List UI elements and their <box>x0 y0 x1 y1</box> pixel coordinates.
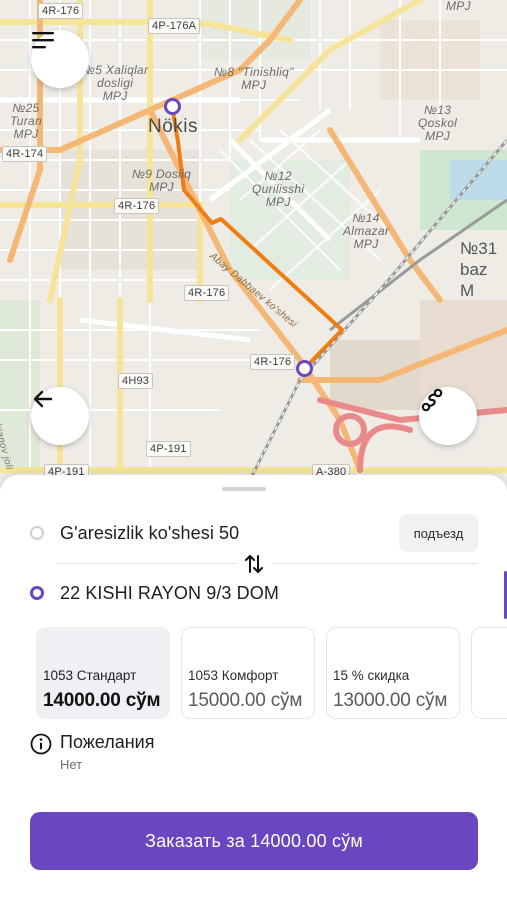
city-label: Nökis <box>148 116 199 137</box>
road-badge: 4R-176 <box>114 198 160 214</box>
road-badge: 4R-174 <box>2 146 48 162</box>
tariff-price: 13000.00 сўм <box>333 690 448 711</box>
route-overview-button[interactable] <box>419 387 477 445</box>
road-badge: 4P-176A <box>148 18 201 34</box>
district-big-label: №31 baz M <box>460 239 498 300</box>
wishes-row[interactable]: Пожелания Нет <box>30 731 330 775</box>
map-view[interactable]: Nökis №5 Xaliqlar dosligi MPJ №8 "Tinish… <box>0 0 507 500</box>
route-end-marker <box>296 360 313 377</box>
road-badge: 4R-176 <box>184 285 230 301</box>
road-badge: 4H93 <box>118 373 154 389</box>
order-sheet: G'aresizlik ko'shesi 50 подъезд 22 KISHI… <box>0 475 507 900</box>
tariff-card-partial[interactable] <box>471 627 507 719</box>
tariff-price: 15000.00 сўм <box>188 690 303 711</box>
order-button[interactable]: Заказать за 14000.00 сўм <box>30 812 478 870</box>
sheet-drag-handle[interactable] <box>222 487 266 491</box>
info-icon <box>30 733 52 755</box>
district-label: №5 Xaliqlar dosligi MPJ <box>82 63 149 103</box>
pickup-dot-icon <box>30 526 44 540</box>
district-label: №12 Qurilisshi MPJ <box>252 169 305 209</box>
route-start-marker <box>164 98 181 115</box>
tariff-price: 14000.00 сўм <box>43 690 161 711</box>
district-label: №9 Dosliq MPJ <box>132 167 192 194</box>
district-label: №25 Turan MPJ <box>10 101 42 141</box>
wishes-value: Нет <box>60 757 83 772</box>
road-badge: 4P-191 <box>146 441 191 457</box>
tariff-card-standard[interactable]: 1053 Стандарт 14000.00 сўм <box>36 627 170 719</box>
tariff-name: 1053 Комфорт <box>188 668 279 683</box>
destination-address: 22 KISHI RAYON 9/3 DOM <box>60 582 279 603</box>
tariff-name: 15 % скидка <box>333 668 410 683</box>
road-badge: 4R-176 <box>250 354 296 370</box>
swap-vertical-icon <box>245 555 263 573</box>
tariff-name: 1053 Стандарт <box>43 668 137 683</box>
arrow-left-icon <box>33 390 53 408</box>
district-label: №13 Qoskol MPJ <box>418 103 458 143</box>
pickup-address: G'aresizlik ko'shesi 50 <box>60 522 240 543</box>
wishes-title: Пожелания <box>60 732 155 752</box>
tariff-list[interactable]: 1053 Стандарт 14000.00 сўм 1053 Комфорт … <box>36 627 507 719</box>
tariff-card-comfort[interactable]: 1053 Комфорт 15000.00 сўм <box>181 627 315 719</box>
destination-address-row[interactable]: 22 KISHI RAYON 9/3 DOM <box>30 575 477 611</box>
destination-dot-icon <box>30 586 44 600</box>
menu-icon <box>32 32 54 49</box>
district-label: №14 Almazar MPJ <box>343 211 390 251</box>
tariff-card-discount[interactable]: 15 % скидка 13000.00 сўм <box>326 627 460 719</box>
menu-button[interactable] <box>31 30 89 88</box>
route-icon <box>421 388 443 412</box>
district-label: MPJ <box>446 0 471 13</box>
entrance-button[interactable]: подъезд <box>399 514 478 552</box>
district-label: №8 "Tinishliq" MPJ <box>214 65 294 92</box>
road-badge: 4R-176 <box>38 3 84 19</box>
back-button[interactable] <box>31 387 89 445</box>
